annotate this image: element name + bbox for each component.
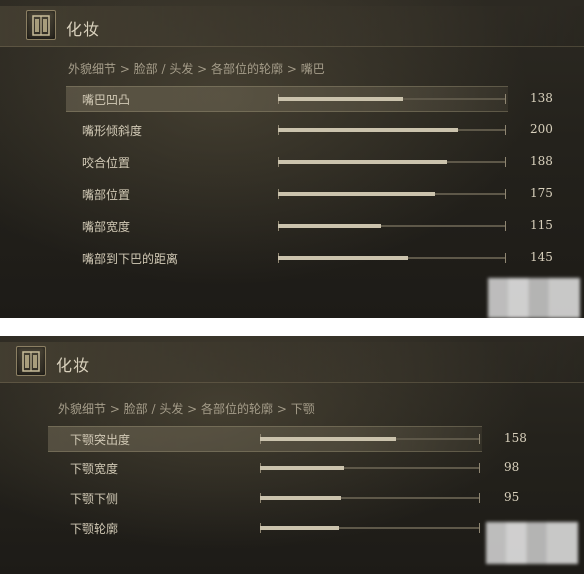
slider-row[interactable]: 下颚轮廓 [48,516,482,540]
slider-track[interactable] [278,221,506,231]
wardrobe-icon [26,10,56,40]
slider-end-cap [505,125,506,135]
slider-end-cap [505,94,506,104]
slider-end-cap [479,463,480,473]
slider-row[interactable]: 嘴巴凹凸 138 [66,86,553,112]
slider-end-cap [479,434,480,444]
slider-fill [278,160,447,164]
slider-end-cap [505,189,506,199]
slider-row[interactable]: 嘴部位置 175 [66,182,553,206]
header-bar: 化妆 [0,342,584,383]
slider-track[interactable] [260,463,480,473]
slider-fill [260,466,344,470]
makeup-panel-mouth: 化妆 外貌细节 > 脸部 / 头发 > 各部位的轮廓 > 嘴巴 嘴巴凹凸 138 嘴… [0,0,584,318]
slider-label: 嘴部到下巴的距离 [82,252,179,266]
slider-value: 145 [530,250,553,264]
slider-row[interactable]: 嘴部到下巴的距离 145 [66,246,553,270]
slider-fill [278,97,403,101]
slider-fill [278,256,408,260]
slider-track[interactable] [278,157,506,167]
redaction-blur [486,522,578,564]
slider-value: 158 [504,431,527,445]
breadcrumb: 外貌细节 > 脸部 / 头发 > 各部位的轮廓 > 嘴巴 [68,62,325,76]
slider-value: 95 [504,490,520,504]
slider-fill [278,224,381,228]
slider-label: 嘴部宽度 [82,220,131,234]
slider-label: 嘴巴凹凸 [82,93,131,107]
menu-title: 化妆 [66,20,101,39]
breadcrumb: 外貌细节 > 脸部 / 头发 > 各部位的轮廓 > 下颚 [58,402,315,416]
slider-label: 下颚轮廓 [70,522,119,536]
slider-row[interactable]: 下颚宽度 98 [48,456,519,480]
wardrobe-icon [16,346,46,376]
slider-row[interactable]: 嘴部宽度 115 [66,214,553,238]
slider-value: 175 [530,186,553,200]
slider-label: 嘴部位置 [82,188,131,202]
redaction-blur [488,278,580,318]
slider-value: 188 [530,154,553,168]
header-bar: 化妆 [0,6,584,47]
slider-value: 98 [504,460,520,474]
slider-fill [278,192,435,196]
slider-label: 嘴形倾斜度 [82,124,143,138]
slider-end-cap [479,493,480,503]
slider-value: 138 [530,91,553,105]
slider-label: 下颚宽度 [70,462,119,476]
slider-fill [260,496,341,500]
slider-fill [260,437,396,441]
slider-track[interactable] [260,493,480,503]
slider-track[interactable] [278,253,506,263]
slider-end-cap [505,221,506,231]
slider-label: 下颚下侧 [70,492,119,506]
slider-row[interactable]: 咬合位置 188 [66,150,553,174]
menu-title: 化妆 [56,356,91,375]
slider-label: 下颚突出度 [70,433,131,447]
slider-end-cap [505,253,506,263]
slider-track[interactable] [278,189,506,199]
makeup-panel-jaw: 化妆 外貌细节 > 脸部 / 头发 > 各部位的轮廓 > 下颚 下颚突出度 158… [0,336,584,574]
slider-track[interactable] [278,94,506,104]
slider-row[interactable]: 下颚突出度 158 [48,426,527,452]
slider-track[interactable] [260,434,480,444]
slider-value: 115 [530,218,553,232]
slider-row[interactable]: 嘴形倾斜度 200 [66,118,553,142]
slider-fill [260,526,339,530]
slider-end-cap [479,523,480,533]
slider-end-cap [505,157,506,167]
slider-label: 咬合位置 [82,156,131,170]
slider-track[interactable] [260,523,480,533]
slider-fill [278,128,458,132]
slider-track[interactable] [278,125,506,135]
slider-value: 200 [530,122,553,136]
slider-row[interactable]: 下颚下侧 95 [48,486,519,510]
